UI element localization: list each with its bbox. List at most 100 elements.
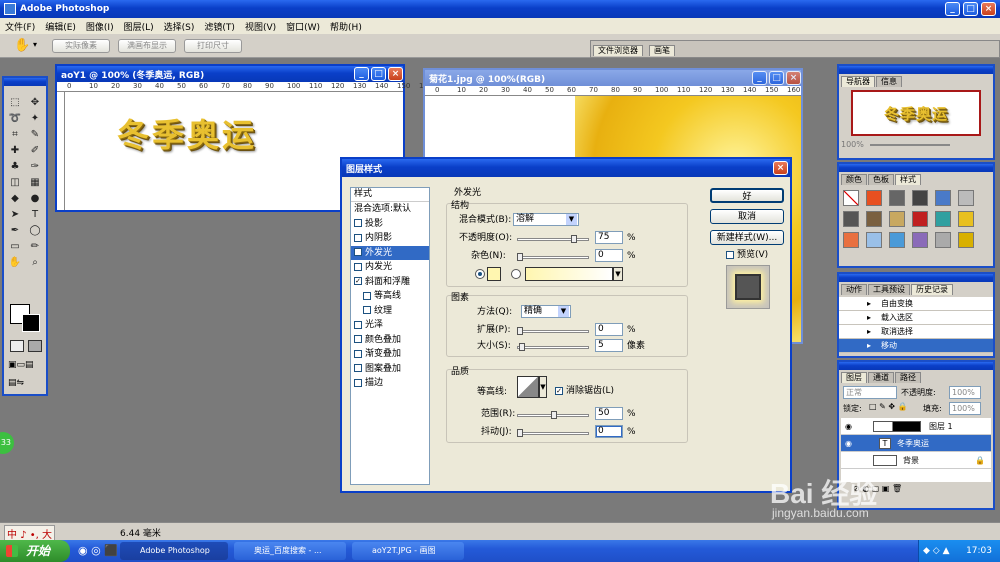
menu-item-0[interactable]: 文件(F) xyxy=(0,20,40,33)
gradient-radio[interactable] xyxy=(511,269,521,279)
size-input[interactable]: 5 xyxy=(595,339,623,352)
opacity-input[interactable]: 75 xyxy=(595,231,623,244)
blend-mode-dropdown[interactable]: 正常 xyxy=(843,386,897,399)
gradient-tool-icon[interactable]: ▦ xyxy=(28,176,42,190)
blur-tool-icon[interactable]: ◆ xyxy=(8,192,22,206)
style-swatch[interactable] xyxy=(866,190,882,206)
taskbar-item-browser[interactable]: 奥运_百度搜索 - ... xyxy=(234,542,346,560)
style-checkbox[interactable] xyxy=(354,335,362,343)
tab-history[interactable]: 历史记录 xyxy=(911,284,953,295)
jitter-slider[interactable] xyxy=(517,432,589,435)
style-item[interactable]: 光泽 xyxy=(351,318,429,333)
stamp-tool-icon[interactable]: ♣ xyxy=(8,160,22,174)
tab-brushes[interactable]: 画笔 xyxy=(649,45,675,56)
spread-slider[interactable] xyxy=(517,330,589,333)
menu-item-7[interactable]: 窗口(W) xyxy=(281,20,325,33)
menu-item-2[interactable]: 图像(I) xyxy=(81,20,119,33)
history-item[interactable]: ▸ 取消选择 xyxy=(839,325,993,339)
style-swatch[interactable] xyxy=(935,190,951,206)
doc2-minimize-button[interactable]: _ xyxy=(752,71,767,85)
tab-channels[interactable]: 通道 xyxy=(868,372,894,383)
new-style-button[interactable]: 新建样式(W)... xyxy=(710,230,784,245)
layer-row[interactable]: ◉ T 冬季奥运 xyxy=(841,435,991,452)
style-item[interactable]: 等高线 xyxy=(351,289,429,304)
style-checkbox[interactable] xyxy=(354,364,362,372)
layer-row[interactable]: ◉ 图层 1 xyxy=(841,418,991,435)
menu-item-1[interactable]: 编辑(E) xyxy=(40,20,81,33)
tab-tool-presets[interactable]: 工具预设 xyxy=(868,284,910,295)
gradient-dropdown-icon[interactable]: ▼ xyxy=(613,267,623,281)
tab-styles[interactable]: 样式 xyxy=(895,174,921,185)
style-swatch[interactable] xyxy=(935,211,951,227)
blend-mode-select[interactable]: 溶解 ▼ xyxy=(513,213,579,226)
close-button[interactable]: × xyxy=(981,2,996,16)
screen-mode-icons[interactable]: ▣▭▤ xyxy=(8,360,46,372)
style-swatch[interactable] xyxy=(958,211,974,227)
size-slider-thumb[interactable] xyxy=(519,343,525,351)
opacity-slider[interactable] xyxy=(517,238,589,241)
style-checkbox[interactable] xyxy=(354,320,362,329)
style-item[interactable]: 内阴影 xyxy=(351,231,429,246)
history-item[interactable]: ▸ 移动 xyxy=(839,339,993,353)
range-input[interactable]: 50 xyxy=(595,407,623,420)
style-checkbox[interactable] xyxy=(363,306,371,314)
eye-icon[interactable]: ◉ xyxy=(845,435,852,452)
menu-item-3[interactable]: 图层(L) xyxy=(119,20,159,33)
navigator-zoom-slider[interactable] xyxy=(869,143,950,146)
spread-input[interactable]: 0 xyxy=(595,323,623,336)
doc1-minimize-button[interactable]: _ xyxy=(354,67,369,81)
history-brush-icon[interactable]: ✑ xyxy=(28,160,42,174)
style-swatch[interactable] xyxy=(843,190,859,206)
eye-icon[interactable]: ◉ xyxy=(845,418,852,435)
tab-color[interactable]: 颜色 xyxy=(841,174,867,185)
style-swatch[interactable] xyxy=(958,232,974,248)
noise-slider[interactable] xyxy=(517,256,589,259)
history-item[interactable]: ▸ 自由变换 xyxy=(839,297,993,311)
standard-mode-icon[interactable] xyxy=(10,340,24,352)
size-slider[interactable] xyxy=(517,346,589,349)
fit-screen-button[interactable]: 满画布显示 xyxy=(118,39,176,53)
marquee-tool-icon[interactable]: ⬚ xyxy=(8,96,22,110)
style-swatch[interactable] xyxy=(889,211,905,227)
menu-item-4[interactable]: 选择(S) xyxy=(159,20,200,33)
style-item[interactable]: 颜色叠加 xyxy=(351,333,429,348)
style-item[interactable]: 混合选项:默认 xyxy=(351,202,429,217)
style-checkbox[interactable]: ✓ xyxy=(354,277,362,285)
style-item[interactable]: 纹理 xyxy=(351,304,429,319)
style-swatch[interactable] xyxy=(935,232,951,248)
menu-item-5[interactable]: 滤镜(T) xyxy=(199,20,240,33)
minimize-button[interactable]: _ xyxy=(945,2,960,16)
start-button[interactable]: 开始 xyxy=(0,540,70,562)
zoom-tool-icon[interactable]: ⌕ xyxy=(28,256,42,270)
antialias-checkbox[interactable]: ✓ 消除锯齿(L) xyxy=(555,385,614,397)
style-swatch[interactable] xyxy=(912,232,928,248)
style-swatch[interactable] xyxy=(958,190,974,206)
tool-preset-arrow-icon[interactable]: ▾ xyxy=(33,40,37,49)
doc2-close-button[interactable]: × xyxy=(786,71,801,85)
jitter-slider-thumb[interactable] xyxy=(517,429,523,437)
doc1-maximize-button[interactable]: □ xyxy=(371,67,386,81)
hand-tool-icon[interactable]: ✋ xyxy=(14,38,30,53)
range-slider-thumb[interactable] xyxy=(551,411,557,419)
style-item[interactable]: 投影 xyxy=(351,217,429,232)
history-item[interactable]: ▸ 载入选区 xyxy=(839,311,993,325)
styles-list-header[interactable]: 样式 xyxy=(351,188,429,202)
brush-tool-icon[interactable]: ✐ xyxy=(28,144,42,158)
layer-opacity-input[interactable]: 100% xyxy=(949,386,981,399)
menu-item-6[interactable]: 视图(V) xyxy=(240,20,281,33)
glow-color-swatch[interactable] xyxy=(487,267,501,281)
style-checkbox[interactable] xyxy=(363,291,371,300)
tab-file-browser[interactable]: 文件浏览器 xyxy=(593,45,643,56)
shape-tool-icon[interactable]: ◯ xyxy=(28,224,42,238)
notes-tool-icon[interactable]: ▭ xyxy=(8,240,22,254)
preview-checkbox[interactable]: 预览(V) xyxy=(726,249,768,261)
dialog-close-button[interactable]: × xyxy=(773,161,788,175)
jitter-input[interactable]: 0 xyxy=(595,425,623,438)
style-item[interactable]: 渐变叠加 xyxy=(351,347,429,362)
taskbar-item-photoshop[interactable]: Adobe Photoshop xyxy=(120,542,228,560)
quick-launch-icons[interactable]: ◉ ◎ ⬛ xyxy=(78,544,118,557)
style-item[interactable]: ✓ 斜面和浮雕 xyxy=(351,275,429,290)
style-swatch[interactable] xyxy=(843,232,859,248)
tab-paths[interactable]: 路径 xyxy=(895,372,921,383)
tab-info[interactable]: 信息 xyxy=(876,76,902,87)
